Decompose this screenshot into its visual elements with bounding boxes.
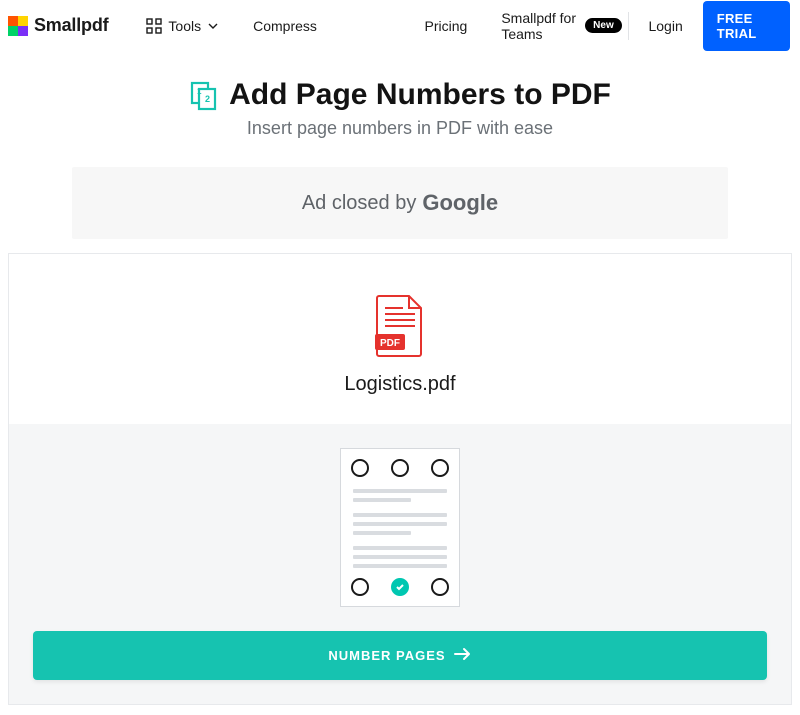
pdf-badge-text: PDF [380, 338, 400, 349]
page-number-tool-icon: 1 2 [189, 81, 217, 109]
primary-nav: Tools Compress Pricing Smallpdf for Team… [146, 10, 621, 42]
header-divider [628, 12, 629, 40]
arrow-right-icon [454, 647, 472, 664]
number-pages-label: NUMBER PAGES [328, 648, 445, 663]
file-name: Logistics.pdf [9, 373, 791, 396]
page-subtitle: Insert page numbers in PDF with ease [0, 118, 800, 139]
tools-grid-icon [146, 18, 162, 34]
logo-icon [8, 16, 28, 36]
page-title: Add Page Numbers to PDF [229, 78, 611, 112]
position-top-left[interactable] [351, 459, 369, 477]
position-top-center[interactable] [391, 459, 409, 477]
svg-text:1: 1 [197, 87, 202, 96]
free-trial-button[interactable]: FREE TRIAL [703, 1, 790, 51]
ad-slot: Ad closed by Google [72, 167, 728, 239]
pdf-file-icon: PDF [375, 294, 425, 363]
new-badge: New [585, 18, 622, 33]
position-bottom-right[interactable] [431, 578, 449, 596]
brand-name: Smallpdf [34, 15, 108, 36]
number-pages-button[interactable]: NUMBER PAGES [33, 631, 767, 680]
nav-tools[interactable]: Tools [146, 18, 219, 34]
position-top-right[interactable] [431, 459, 449, 477]
picker-top-row [351, 459, 449, 477]
nav-compress[interactable]: Compress [253, 18, 317, 34]
file-preview-area: PDF Logistics.pdf [9, 254, 791, 424]
header: Smallpdf Tools Compress Pricing Smallpdf… [0, 0, 800, 52]
nav-compress-label: Compress [253, 18, 317, 34]
page-hero: 1 2 Add Page Numbers to PDF Insert page … [0, 52, 800, 149]
login-link[interactable]: Login [648, 18, 682, 34]
nav-tools-label: Tools [168, 18, 201, 34]
nav-pricing[interactable]: Pricing [425, 18, 468, 34]
tool-card: PDF Logistics.pdf [8, 253, 792, 705]
nav-teams[interactable]: Smallpdf for Teams New [501, 10, 621, 42]
chevron-down-icon [207, 20, 219, 32]
position-picker [340, 448, 460, 607]
header-right: Login FREE TRIAL [622, 1, 790, 51]
position-bottom-center[interactable] [391, 578, 409, 596]
svg-text:2: 2 [205, 94, 210, 104]
nav-pricing-label: Pricing [425, 18, 468, 34]
options-area: NUMBER PAGES [9, 424, 791, 704]
ad-closed-text: Ad closed by [302, 192, 417, 215]
ad-provider: Google [422, 190, 498, 216]
document-preview-icon [353, 489, 447, 568]
nav-teams-label: Smallpdf for Teams [501, 10, 577, 42]
picker-bottom-row [351, 578, 449, 596]
position-bottom-left[interactable] [351, 578, 369, 596]
brand-logo[interactable]: Smallpdf [8, 15, 108, 36]
